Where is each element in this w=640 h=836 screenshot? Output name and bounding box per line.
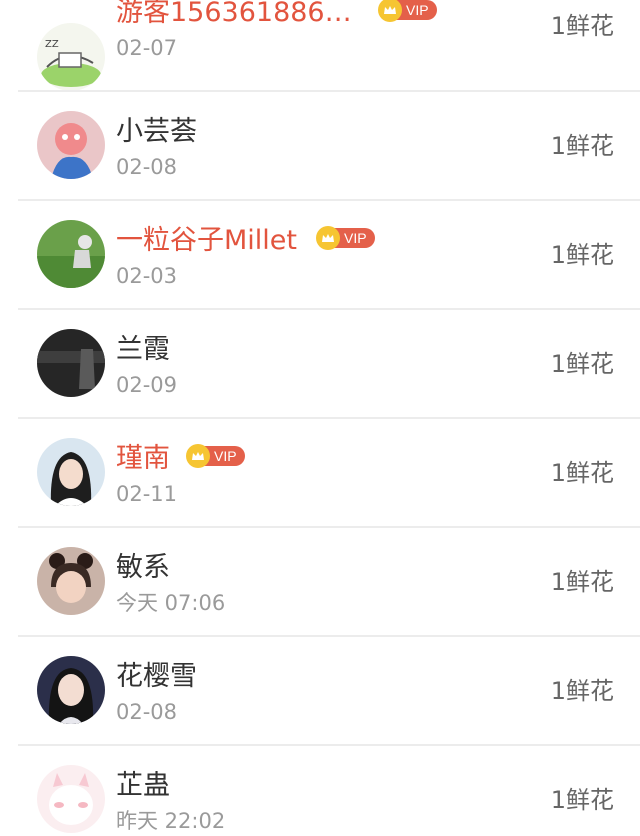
gift-count: 1鲜花 [550,677,614,705]
vip-badge: VIP [378,0,437,22]
avatar[interactable]: ZZ [37,23,105,91]
avatar[interactable] [37,329,105,397]
gift-time: 今天 07:06 [116,591,226,615]
user-name[interactable]: 芷蛊 [116,769,170,803]
user-name[interactable]: 敏系 [116,551,170,585]
list-item[interactable]: 花樱雪 02-08 1鲜花 [0,638,640,746]
avatar[interactable] [37,438,105,506]
user-name[interactable]: 瑾南 [116,442,170,476]
list-item[interactable]: 芷蛊 昨天 22:02 1鲜花 [0,747,640,836]
user-name[interactable]: 一粒谷子Millet [116,224,297,258]
avatar[interactable] [37,765,105,833]
gift-time: 02-11 [116,482,178,506]
avatar[interactable] [37,656,105,724]
crown-icon [316,226,340,250]
divider [18,90,640,92]
svg-text:ZZ: ZZ [45,39,59,50]
user-name[interactable]: 游客156361886… [116,0,352,30]
gift-count: 1鲜花 [550,350,614,378]
avatar[interactable] [37,547,105,615]
divider [18,744,640,746]
avatar[interactable] [37,111,105,179]
vip-badge: VIP [186,444,245,468]
gift-time: 昨天 22:02 [116,809,226,833]
user-name[interactable]: 兰霞 [116,333,170,367]
gift-count: 1鲜花 [550,786,614,814]
divider [18,635,640,637]
list-item[interactable]: ZZ 游客156361886… VIP 02-07 1鲜花 [0,0,640,92]
vip-label: VIP [334,228,375,248]
avatar[interactable] [37,220,105,288]
gift-count: 1鲜花 [550,132,614,160]
vip-badge: VIP [316,226,375,250]
gift-time: 02-09 [116,373,178,397]
gift-time: 02-07 [116,36,178,60]
list-item[interactable]: 兰霞 02-09 1鲜花 [0,311,640,419]
vip-label: VIP [396,0,437,20]
divider [18,308,640,310]
gift-count: 1鲜花 [550,241,614,269]
gift-count: 1鲜花 [550,12,614,40]
divider [18,199,640,201]
divider [18,417,640,419]
user-name[interactable]: 小芸荟 [116,115,197,149]
crown-icon [186,444,210,468]
gift-count: 1鲜花 [550,459,614,487]
gift-time: 02-03 [116,264,178,288]
vip-label: VIP [204,446,245,466]
list-item[interactable]: 瑾南 VIP 02-11 1鲜花 [0,420,640,528]
gift-time: 02-08 [116,700,178,724]
list-item[interactable]: 小芸荟 02-08 1鲜花 [0,93,640,201]
gift-record-list: ZZ 游客156361886… VIP 02-07 1鲜花 小芸荟 02-08 … [0,0,640,836]
gift-count: 1鲜花 [550,568,614,596]
list-item[interactable]: 一粒谷子Millet VIP 02-03 1鲜花 [0,202,640,310]
user-name[interactable]: 花樱雪 [116,660,197,694]
list-item[interactable]: 敏系 今天 07:06 1鲜花 [0,529,640,637]
divider [18,526,640,528]
gift-time: 02-08 [116,155,178,179]
